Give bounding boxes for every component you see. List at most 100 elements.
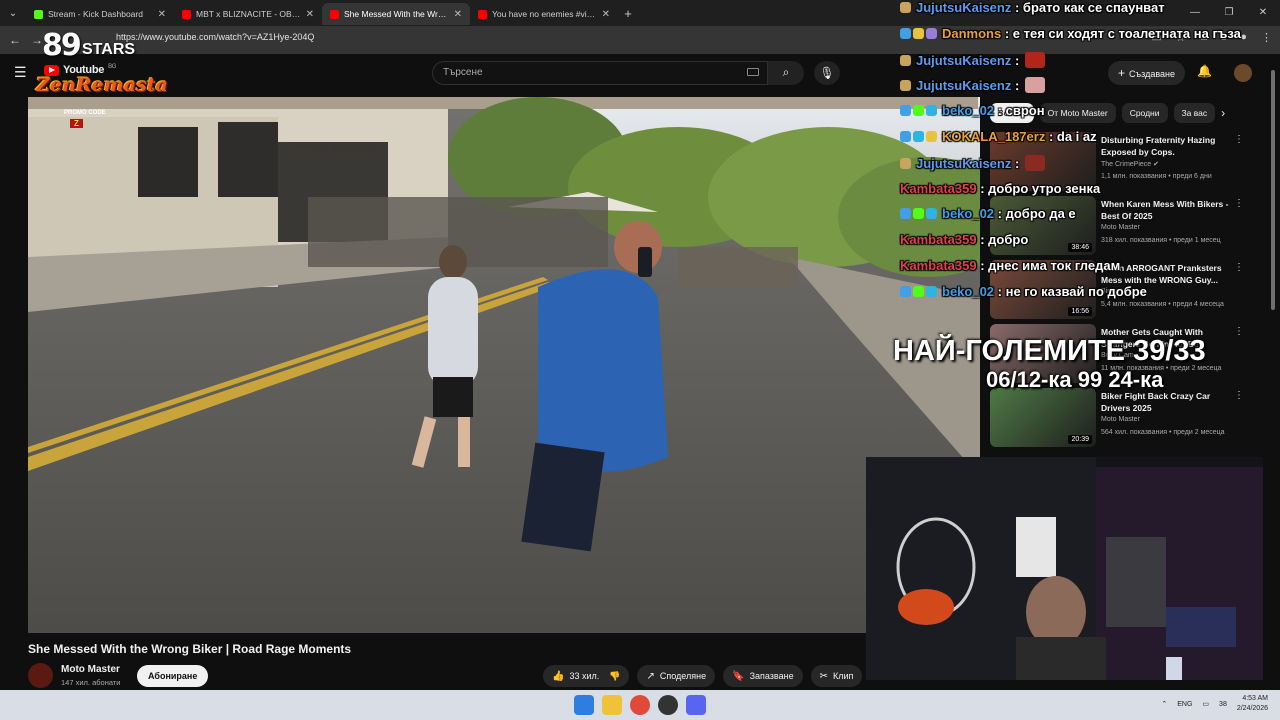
channel-name-text: Moto Master: [1101, 416, 1140, 423]
chat-badges: [900, 53, 913, 69]
brand-logo: ZenRemasta: [36, 74, 168, 96]
hamburger-icon[interactable]: ☰: [14, 64, 27, 81]
promo-label: PROMO CODE: [64, 110, 106, 116]
page-scrollbar[interactable]: [1271, 70, 1275, 310]
overlay-subline: 06/12-ка 99 24-ка: [986, 367, 1164, 392]
back-icon[interactable]: ←: [4, 33, 26, 47]
system-tray: ⌃ ENG ▭ 38 4:53 AM 2/24/2026: [1161, 694, 1268, 714]
tab-favicon-icon: [182, 9, 191, 19]
discord-icon[interactable]: [686, 695, 706, 715]
search-button[interactable]: ⌕: [768, 61, 804, 85]
video-duration: 20:39: [1068, 435, 1092, 444]
chat-text: :: [1011, 155, 1020, 171]
browser-tab[interactable]: You have no enemies #vinland ✕: [470, 3, 618, 25]
language-indicator[interactable]: ENG: [1177, 701, 1192, 708]
chat-message: Kambata359 : добро: [900, 232, 1270, 258]
channel-avatar[interactable]: [28, 663, 53, 688]
like-count: 33 хил.: [569, 671, 600, 681]
chat-username: Danmons: [942, 25, 1002, 41]
chat-message: Danmons : е тея си ходят с тоалетната на…: [900, 26, 1270, 52]
tab-search-icon[interactable]: ⌄: [0, 0, 26, 26]
recommendation-title[interactable]: Biker Fight Back Crazy Car Drivers 2025: [1101, 390, 1231, 414]
chat-text: : днес има ток гледам: [976, 257, 1121, 273]
clip-button[interactable]: ✂ Клип: [810, 665, 863, 687]
network-icon[interactable]: ▭: [1202, 700, 1209, 708]
file-explorer-icon[interactable]: [602, 695, 622, 715]
like-button[interactable]: 👍 33 хил. 👎: [543, 665, 630, 687]
channel-name[interactable]: Moto Master: [61, 664, 120, 675]
mic-icon: 🎙: [819, 66, 835, 80]
chat-badge-icon: [926, 285, 937, 297]
more-options-icon[interactable]: ⋮: [1234, 390, 1244, 401]
windows-start-icon[interactable]: [574, 695, 594, 715]
chrome-icon[interactable]: [630, 695, 650, 715]
chat-username: KOKALA_187erz: [942, 128, 1046, 144]
chat-username: Kambata359: [900, 257, 977, 273]
chat-badges: [900, 284, 939, 300]
chat-emote-icon: [1025, 51, 1046, 68]
chat-badge-icon: [913, 27, 924, 39]
chat-username: beko_02: [942, 206, 995, 222]
chat-badge-icon: [926, 130, 937, 142]
chat-badge-icon: [913, 208, 924, 220]
notification-count[interactable]: 38: [1219, 701, 1227, 708]
chat-text: : е тея си ходят с тоалетната на гъза: [1001, 25, 1241, 41]
webcam-frame: [866, 457, 1263, 680]
scissors-icon: ✂: [819, 671, 828, 682]
chat-badge-icon: [900, 157, 911, 169]
stars-word: STARS: [82, 41, 136, 58]
new-tab-button[interactable]: +: [618, 6, 638, 21]
search-input[interactable]: Търсене: [432, 61, 768, 85]
screen: { "browser": { "tabs": [ {"label": "Stre…: [0, 0, 1280, 720]
browser-tab[interactable]: She Messed With the Wrong ✕: [322, 3, 470, 25]
chat-emote-icon: [1025, 77, 1046, 94]
recommendation-thumbnail[interactable]: 20:39: [990, 388, 1096, 447]
obs-icon[interactable]: [658, 695, 678, 715]
chat-badges: [900, 206, 939, 222]
chat-text: :: [1011, 78, 1020, 94]
share-label: Споделяне: [659, 671, 707, 681]
chat-badges: [900, 78, 913, 94]
recommendation-meta: 564 хил. показвания • преди 2 месеца: [1101, 429, 1225, 436]
more-options-icon[interactable]: ⋮: [1234, 326, 1244, 337]
save-button[interactable]: 🔖 Запазване: [723, 665, 803, 687]
tab-title: MBT x BLIZNACITE - OBOROTI: [196, 9, 301, 19]
voice-search-button[interactable]: 🎙: [814, 61, 840, 85]
chat-message: beko_02 : сврон: [900, 103, 1270, 129]
tab-close-icon[interactable]: ✕: [306, 9, 314, 20]
tab-close-icon[interactable]: ✕: [158, 9, 166, 20]
chat-badge-icon: [900, 208, 911, 220]
recommendation-item[interactable]: 20:39 Biker Fight Back Crazy Car Drivers …: [990, 388, 1248, 452]
subscribe-button[interactable]: Абониране: [137, 665, 209, 687]
chat-message: JujutsuKaisenz :: [900, 51, 1270, 78]
chat-text: : добро утро зенка: [976, 180, 1101, 196]
clock-time: 4:53 AM: [1242, 695, 1268, 702]
tab-title: Stream - Kick Dashboard: [48, 9, 143, 19]
tray-chevron-icon[interactable]: ⌃: [1161, 700, 1167, 708]
youtube-region: BG: [108, 64, 117, 70]
taskbar-apps: [574, 695, 706, 715]
video-player[interactable]: ARNOLD JEWELERS: [28, 97, 980, 633]
tab-close-icon[interactable]: ✕: [454, 9, 462, 20]
thumbs-down-icon[interactable]: 👎: [609, 671, 620, 681]
keyboard-icon[interactable]: [747, 68, 759, 76]
clock[interactable]: 4:53 AM 2/24/2026: [1237, 694, 1268, 714]
browser-tab[interactable]: Stream - Kick Dashboard ✕: [26, 3, 174, 25]
chat-message: beko_02 : добро да е: [900, 206, 1270, 232]
chat-badge-icon: [926, 27, 937, 39]
chat-message: Kambata359 : добро утро зенка: [900, 181, 1270, 207]
search-icon: ⌕: [782, 65, 790, 79]
share-button[interactable]: ↗ Споделяне: [637, 665, 716, 687]
chat-text: :: [1011, 52, 1020, 68]
tab-close-icon[interactable]: ✕: [602, 9, 610, 20]
chat-text: : добро да е: [994, 206, 1076, 222]
clock-date: 2/24/2026: [1236, 705, 1268, 712]
recommendation-channel[interactable]: Moto Master: [1101, 416, 1140, 423]
browser-tab[interactable]: MBT x BLIZNACITE - OBOROTI ✕: [174, 3, 322, 25]
url-field[interactable]: https://www.youtube.com/watch?v=AZ1Hye-2…: [116, 32, 314, 42]
chat-badge-icon: [926, 208, 937, 220]
chat-badge-icon: [913, 285, 924, 297]
chat-badges: [900, 156, 913, 172]
webcam-feed: [866, 457, 1263, 680]
chat-badge-icon: [913, 105, 924, 117]
